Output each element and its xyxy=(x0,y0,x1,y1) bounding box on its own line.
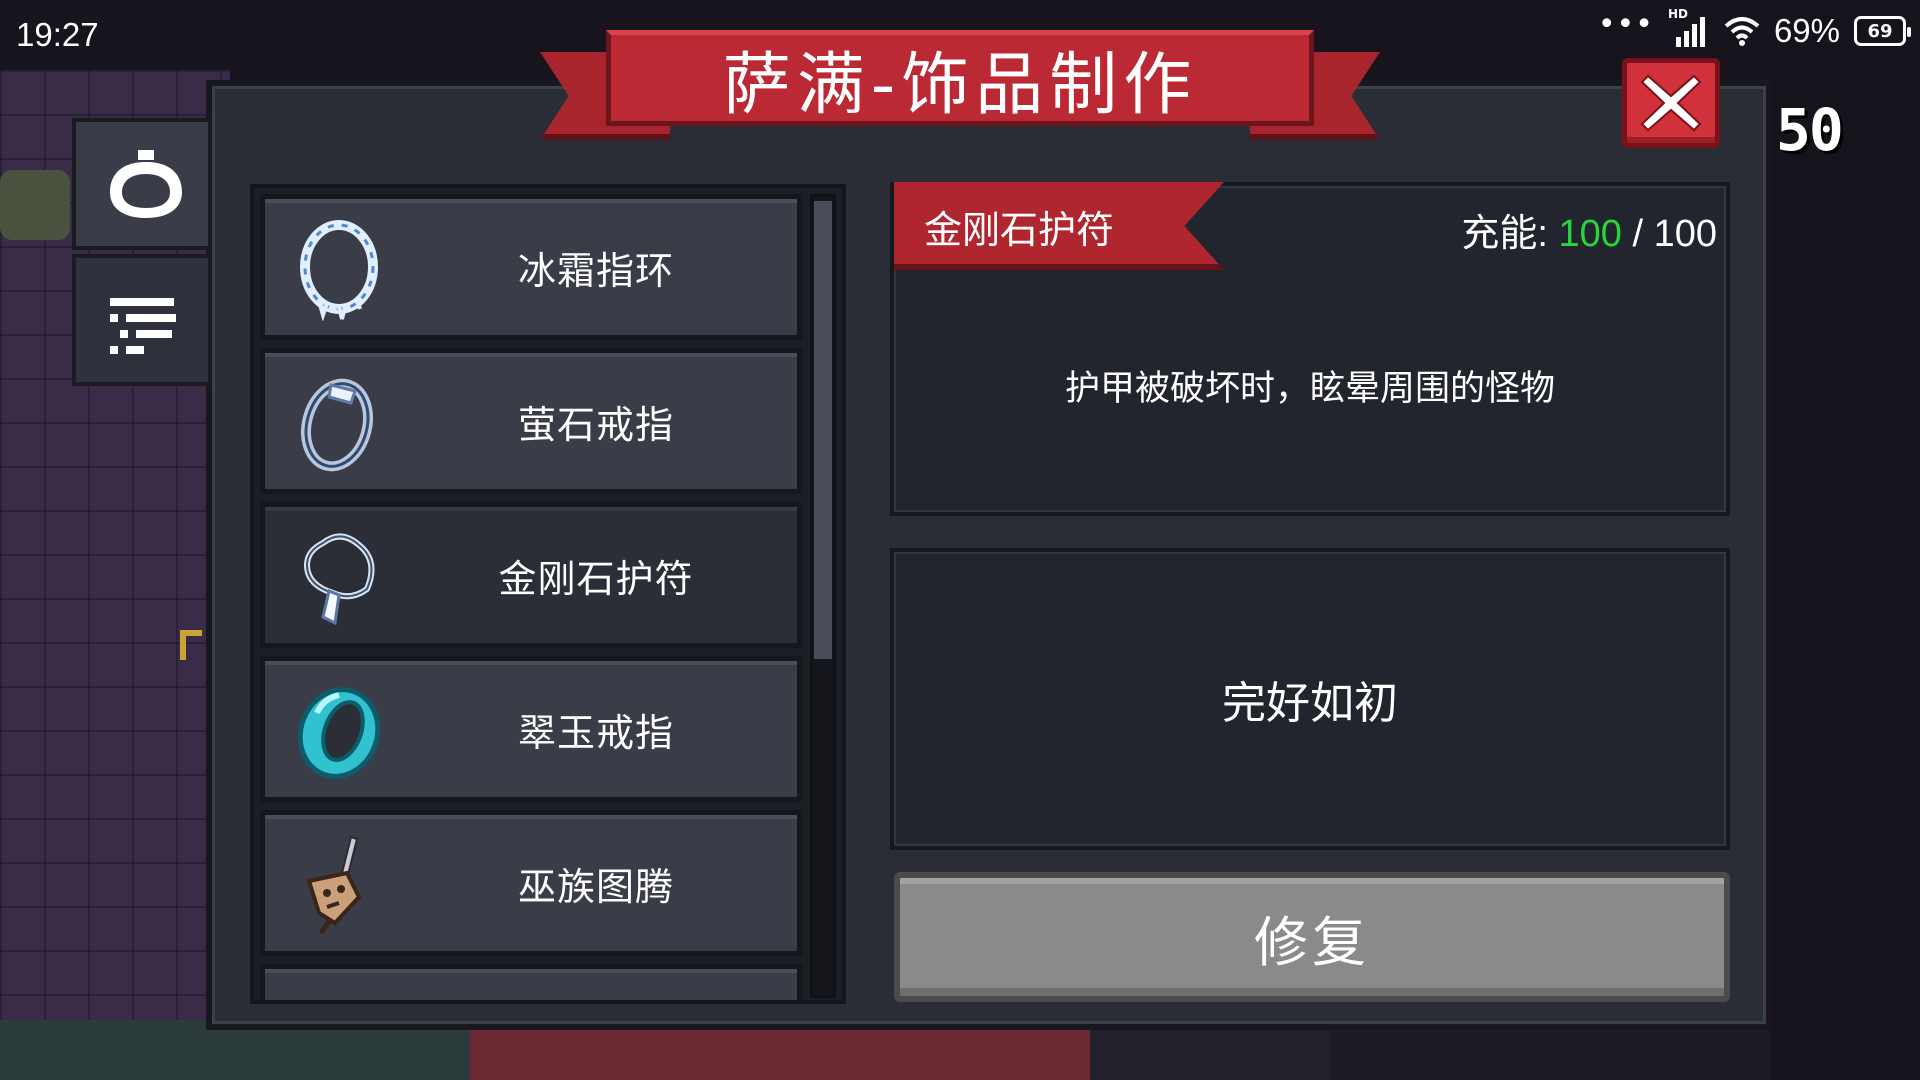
item-label: 翠玉戒指 xyxy=(517,710,674,755)
charge-current: 100 xyxy=(1558,213,1622,255)
cell-signal-icon: HD xyxy=(1668,7,1710,47)
battery-percent: 69% xyxy=(1773,12,1840,49)
network-badge: HD xyxy=(1667,7,1688,21)
list-scrollbar[interactable] xyxy=(810,194,836,998)
jade-ring-icon xyxy=(297,687,381,779)
close-icon xyxy=(1640,74,1702,132)
title-ribbon: 萨满-饰品制作 xyxy=(540,26,1380,150)
scroll-thumb[interactable] xyxy=(814,201,832,659)
background-pot xyxy=(0,170,70,240)
repair-button-label: 修复 xyxy=(1254,910,1370,974)
list-item-selected[interactable]: 金刚石护符 xyxy=(260,502,802,648)
list-item[interactable]: 巫族图腾 xyxy=(260,810,802,956)
list-filter-icon xyxy=(110,298,176,354)
item-state: 完好如初 xyxy=(1222,678,1398,729)
charge-label: 充能: xyxy=(1461,213,1548,255)
list-item[interactable]: 翠玉戒指 xyxy=(260,656,802,802)
item-label: 萤石戒指 xyxy=(517,402,674,447)
tab-accessories[interactable] xyxy=(72,118,212,250)
battery-icon: 69 xyxy=(1854,16,1911,46)
close-button[interactable] xyxy=(1622,58,1720,148)
ring-icon xyxy=(110,150,182,218)
status-time: 19:27 xyxy=(16,16,99,53)
tab-list[interactable] xyxy=(72,254,212,386)
item-name: 金刚石护符 xyxy=(924,207,1115,252)
charge-max: / 100 xyxy=(1632,213,1717,255)
charge-readout: 充能: 100 / 100 xyxy=(1461,202,1717,257)
frost-ring-icon xyxy=(300,220,378,321)
list-item[interactable]: 冰霜指环 xyxy=(260,194,802,340)
coin-count: 50 xyxy=(1776,96,1844,164)
item-state-box: 完好如初 xyxy=(890,548,1730,850)
item-label: 冰霜指环 xyxy=(517,248,674,293)
list-item[interactable]: 萤石戒指 xyxy=(260,348,802,494)
fluorite-ring-icon xyxy=(301,378,373,472)
item-label: 巫族图腾 xyxy=(517,864,674,909)
list-item[interactable] xyxy=(260,964,802,1000)
wifi-icon xyxy=(1724,17,1760,46)
repair-button[interactable]: 修复 xyxy=(894,872,1730,1002)
accessory-list[interactable]: 冰霜指环 萤石戒指 金刚石护符 翠玉戒指 巫族图腾 xyxy=(250,184,846,1004)
panel-title: 萨满-饰品制作 xyxy=(722,45,1198,125)
battery-level: 69 xyxy=(1867,20,1893,42)
diamond-amulet-icon xyxy=(303,533,375,626)
background-carpet xyxy=(470,1030,1090,1080)
witch-totem-icon xyxy=(306,835,362,935)
item-description: 护甲被破坏时，眩晕周围的怪物 xyxy=(1064,369,1555,409)
item-label: 金刚石护符 xyxy=(498,556,694,601)
more-dots-icon: ••• xyxy=(1597,7,1654,42)
